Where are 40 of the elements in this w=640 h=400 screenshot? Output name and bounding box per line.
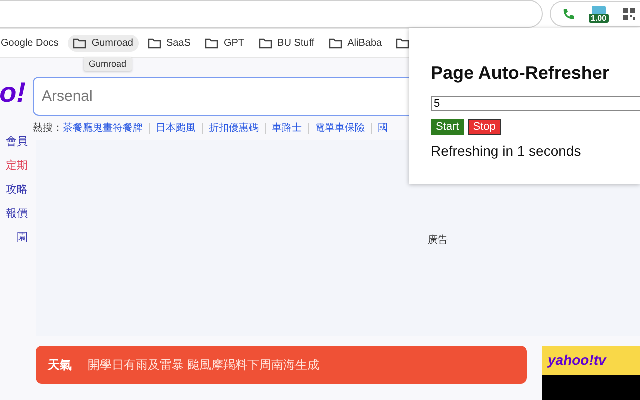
weather-banner[interactable]: 天氣 開學日有雨及雷暴 颱風摩羯料下周南海生成 <box>36 346 527 384</box>
bookmark-item[interactable]: Google Docs <box>0 34 64 52</box>
folder-icon <box>396 38 410 48</box>
folder-icon <box>328 38 343 48</box>
sidebar-link[interactable]: 會員 <box>6 130 28 154</box>
hot-search-link[interactable]: 電單車保險 <box>315 121 365 135</box>
badge-count: 1.00 <box>589 14 609 22</box>
bookmark-item[interactable]: SaaS <box>142 34 196 52</box>
folder-icon <box>72 38 87 48</box>
hot-search-link[interactable]: 國 <box>378 121 388 135</box>
extension-button[interactable]: 1.00 <box>589 6 609 22</box>
folder-icon <box>148 38 162 48</box>
qr-code-icon[interactable] <box>622 8 635 20</box>
hot-search-link[interactable]: 日本颱風 <box>156 121 196 135</box>
tv-logo[interactable]: yahoo!tv <box>542 346 640 375</box>
stop-button[interactable]: Stop <box>468 119 501 135</box>
bookmark-item[interactable]: GPT <box>200 34 250 52</box>
yahoo-logo[interactable]: o! <box>0 76 26 110</box>
bookmark-item[interactable]: AliBaba <box>324 34 388 52</box>
hot-search-link[interactable]: 車路士 <box>272 121 302 135</box>
phone-icon[interactable] <box>561 7 575 21</box>
sidebar-link[interactable]: 報價 <box>6 202 28 226</box>
bookmark-item[interactable]: Gumroad <box>68 34 138 52</box>
monitor-icon <box>590 6 607 16</box>
status-text: Refreshing in 1 seconds <box>431 143 582 159</box>
start-button[interactable]: Start <box>431 119 464 135</box>
ad-label: 廣告 <box>428 234 448 247</box>
interval-field[interactable]: 5 <box>431 96 640 111</box>
sidebar-link[interactable]: 園 <box>17 226 28 250</box>
hot-search-label: 熱搜： <box>33 122 63 135</box>
sidebar-link[interactable]: 定期 <box>6 154 28 178</box>
hot-search-link[interactable]: 茶餐廳鬼畫符餐牌 <box>63 121 143 135</box>
folder-icon <box>204 38 219 48</box>
weather-headline: 開學日有雨及雷暴 颱風摩羯料下周南海生成 <box>88 356 320 374</box>
bookmark-item[interactable]: BU Stuff <box>254 34 320 52</box>
sidebar-link[interactable]: 攻略 <box>6 178 28 202</box>
weather-tag: 天氣 <box>48 356 72 374</box>
tooltip: Gumroad <box>84 57 132 71</box>
hot-search-link[interactable]: 折扣優惠碼 <box>209 121 259 135</box>
folder-icon <box>258 38 273 48</box>
